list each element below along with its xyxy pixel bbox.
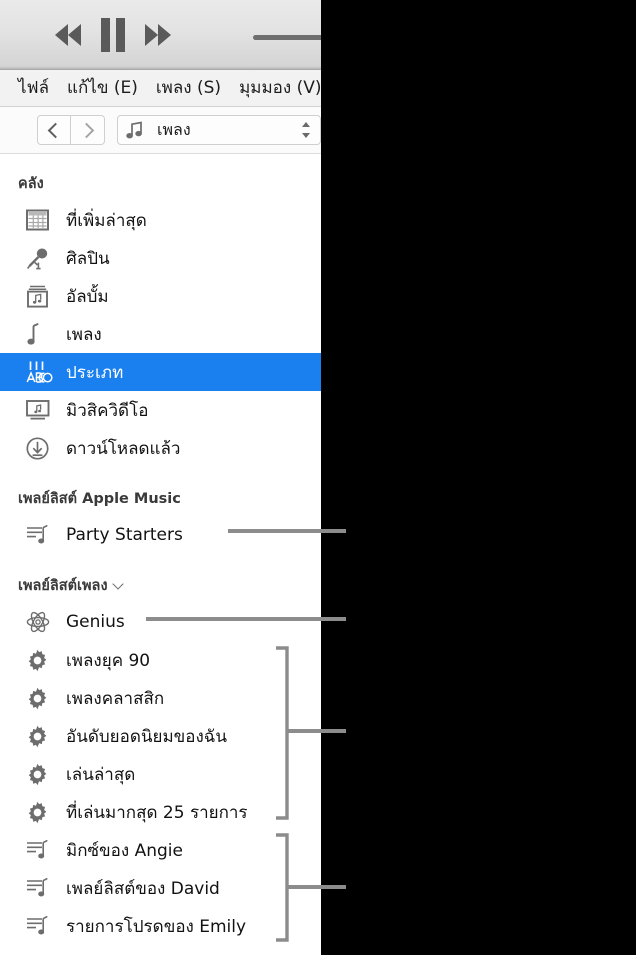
- sidebar-item-albums[interactable]: อัลบั้ม: [0, 277, 321, 315]
- updown-arrows-icon: [300, 120, 312, 140]
- pause-icon: [101, 18, 125, 52]
- menu-bar: ไฟล์ แก้ไข (E) เพลง (S) มุมมอง (V): [0, 70, 321, 107]
- microphone-icon: [26, 247, 56, 270]
- album-icon: [26, 285, 56, 308]
- sidebar-item-recently-added[interactable]: ที่เพิ่มล่าสุด: [0, 201, 321, 239]
- sidebar-item-my-top-rated[interactable]: อันดับยอดนิยมของฉัน: [0, 717, 321, 755]
- sidebar-item-recently-played[interactable]: เล่นล่าสุด: [0, 755, 321, 793]
- menu-item-edit[interactable]: แก้ไข (E): [58, 79, 147, 97]
- chevron-down-icon[interactable]: [111, 578, 124, 590]
- chevron-right-icon: [78, 122, 94, 138]
- forward-button[interactable]: [71, 115, 105, 145]
- music-note-icon: [26, 322, 56, 346]
- sidebar-item-artists[interactable]: ศิลปิน: [0, 239, 321, 277]
- sidebar-item-label: อันดับยอดนิยมของฉัน: [66, 726, 227, 747]
- sidebar-item-davids-playlist[interactable]: เพลย์ลิสต์ของ David: [0, 869, 321, 907]
- sidebar: คลัง ที่เพิ่มล่าสุด ศิลปิน อัลบั้ม เพลง …: [0, 154, 321, 945]
- itunes-window: ไฟล์ แก้ไข (E) เพลง (S) มุมมอง (V) เพลง: [0, 0, 321, 955]
- menu-item-file[interactable]: ไฟล์: [9, 79, 58, 97]
- media-type-label: เพลง: [157, 119, 191, 139]
- music-video-icon: [26, 399, 56, 421]
- sidebar-item-label: ประเภท: [66, 362, 124, 383]
- sidebar-item-label: เพลง: [66, 324, 102, 345]
- gear-icon: [26, 763, 56, 786]
- sidebar-item-label: เพลงยุค 90: [66, 650, 151, 671]
- rewind-button[interactable]: [55, 17, 81, 53]
- menu-item-song[interactable]: เพลง (S): [147, 79, 230, 97]
- sidebar-item-label: Party Starters: [66, 525, 183, 545]
- gear-icon: [26, 725, 56, 748]
- volume-slider[interactable]: [253, 35, 321, 40]
- playlist-icon: [26, 877, 56, 899]
- transport-controls: [55, 17, 171, 53]
- sidebar-section-header-library: คลัง: [0, 166, 321, 201]
- section-label: เพลย์ลิสต์เพลง: [18, 578, 108, 594]
- pause-button[interactable]: [101, 17, 125, 53]
- grid-icon: [26, 209, 56, 231]
- sidebar-item-label: ดาวน์โหลดแล้ว: [66, 438, 181, 459]
- gear-icon: [26, 801, 56, 824]
- sidebar-item-label: มิกซ์ของ Angie: [66, 840, 183, 861]
- music-note-icon: [126, 120, 143, 140]
- playlist-icon: [26, 839, 56, 861]
- fast-forward-icon: [145, 24, 171, 46]
- fast-forward-button[interactable]: [145, 17, 171, 53]
- navigation-bar: เพลง: [0, 107, 321, 154]
- section-label: คลัง: [18, 176, 44, 192]
- sidebar-item-genres[interactable]: ประเภท: [0, 353, 321, 391]
- genius-icon: [26, 610, 56, 634]
- sidebar-item-genius[interactable]: Genius: [0, 603, 321, 641]
- sidebar-item-label: Genius: [66, 612, 125, 632]
- sidebar-item-label: อัลบั้ม: [66, 286, 109, 307]
- sidebar-item-label: รายการโปรดของ Emily: [66, 916, 247, 937]
- playlist-icon: [26, 524, 56, 546]
- player-toolbar: [0, 0, 321, 70]
- sidebar-item-label: มิวสิควิดีโอ: [66, 400, 149, 421]
- media-type-selector[interactable]: เพลง: [117, 115, 321, 145]
- sidebar-section-header-music-playlists[interactable]: เพลย์ลิสต์เพลง: [0, 568, 321, 603]
- sidebar-item-music-videos[interactable]: มิวสิควิดีโอ: [0, 391, 321, 429]
- sidebar-item-songs[interactable]: เพลง: [0, 315, 321, 353]
- playlist-icon: [26, 915, 56, 937]
- sidebar-item-90s-music[interactable]: เพลงยุค 90: [0, 641, 321, 679]
- sidebar-item-label: ที่เล่นมากสุด 25 รายการ: [66, 802, 248, 823]
- sidebar-item-label: ศิลปิน: [66, 248, 110, 269]
- sidebar-item-top-25-most-played[interactable]: ที่เล่นมากสุด 25 รายการ: [0, 793, 321, 831]
- rewind-icon: [55, 24, 81, 46]
- back-button[interactable]: [37, 115, 71, 145]
- chevron-left-icon: [47, 122, 64, 138]
- sidebar-item-label: ที่เพิ่มล่าสุด: [66, 210, 147, 231]
- gear-icon: [26, 687, 56, 710]
- sidebar-item-party-starters[interactable]: Party Starters: [0, 516, 321, 554]
- gear-icon: [26, 649, 56, 672]
- sidebar-item-classical-music[interactable]: เพลงคลาสสิก: [0, 679, 321, 717]
- sidebar-item-downloaded[interactable]: ดาวน์โหลดแล้ว: [0, 429, 321, 467]
- sidebar-item-label: เพลงคลาสสิก: [66, 688, 165, 709]
- section-label: เพลย์ลิสต์ Apple Music: [18, 491, 181, 507]
- sidebar-item-angies-mix[interactable]: มิกซ์ของ Angie: [0, 831, 321, 869]
- sidebar-item-emilys-favorites[interactable]: รายการโปรดของ Emily: [0, 907, 321, 945]
- sidebar-item-label: เพลย์ลิสต์ของ David: [66, 878, 220, 899]
- sidebar-item-label: เล่นล่าสุด: [66, 764, 136, 785]
- sidebar-section-header-apple-music-playlists: เพลย์ลิสต์ Apple Music: [0, 481, 321, 516]
- download-icon: [26, 436, 56, 460]
- menu-item-view[interactable]: มุมมอง (V): [230, 79, 321, 97]
- genres-icon: [26, 360, 56, 384]
